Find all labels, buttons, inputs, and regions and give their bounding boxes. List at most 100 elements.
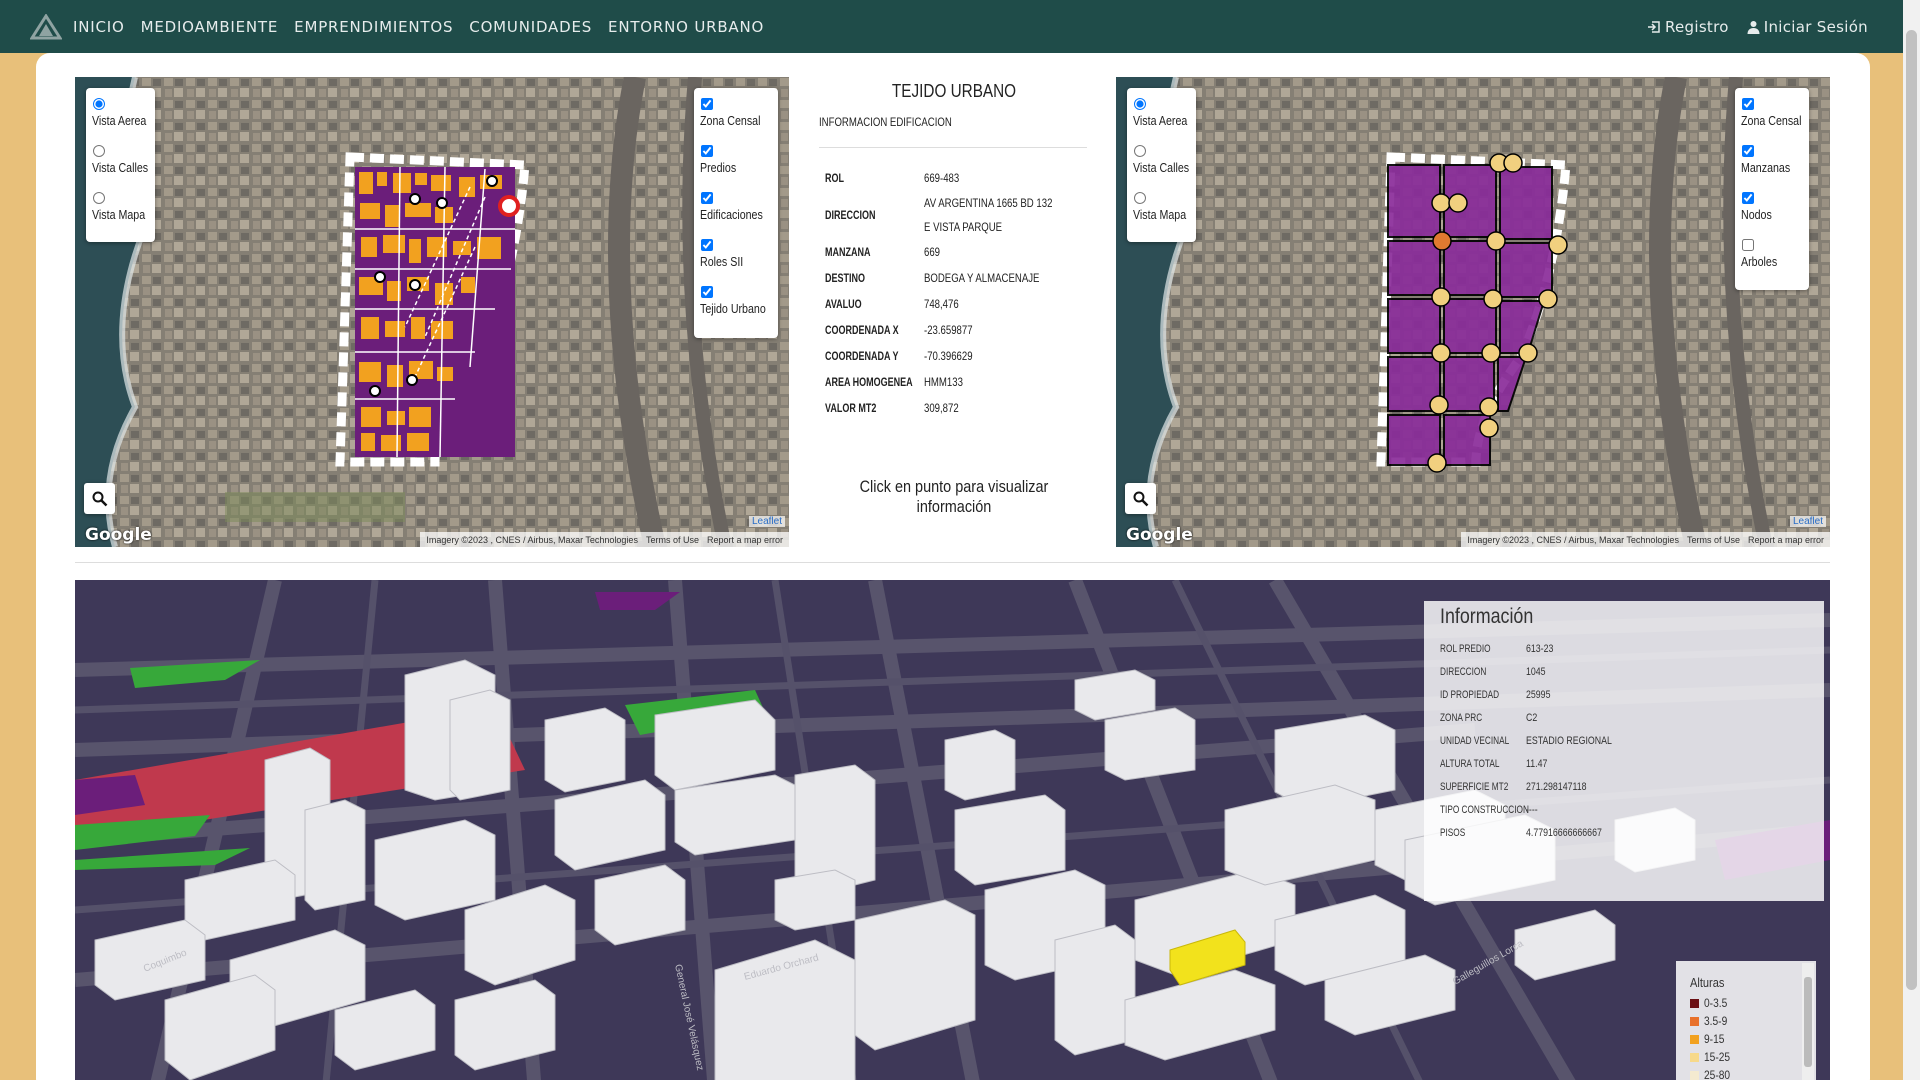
legend-scrollbar-thumb[interactable] — [1804, 977, 1812, 1067]
info-box-value: 11.47 — [1526, 757, 1548, 770]
nav-links: INICIO MEDIOAMBIENTE EMPRENDIMIENTOS COM… — [73, 0, 764, 53]
section-divider — [75, 562, 1830, 563]
checkbox-input[interactable] — [701, 145, 713, 157]
info-box-row: DIRECCION 1045 — [1440, 660, 1808, 683]
checkbox-label: Manzanas — [1741, 160, 1791, 175]
info-box-row: ZONA PRC C2 — [1440, 706, 1808, 729]
checkbox-nodos[interactable]: Nodos — [1741, 186, 1803, 233]
info-key: VALOR MT2 — [825, 401, 877, 415]
info-box-key: DIRECCION — [1440, 665, 1487, 678]
info-row: DIRECCION AV ARGENTINA 1665 BD 132 E VIST… — [825, 191, 1095, 239]
brand-logo-icon[interactable] — [30, 14, 62, 40]
checkbox-label: Roles SII — [700, 254, 744, 269]
info-box-row: SUPERFICIE MT2 271.298147118 — [1440, 775, 1808, 798]
map-tejido-urbano[interactable]: Vista Aerea Vista Calles Vista Mapa Zona… — [75, 77, 789, 547]
overlay-control: Zona Censal Manzanas Nodos Arboles — [1735, 88, 1809, 290]
checkbox-label: Tejido Urbano — [700, 301, 766, 316]
radio-input[interactable] — [93, 192, 105, 204]
info-row: AREA HOMOGENEA HMM133 — [825, 369, 1095, 395]
aerial-imagery — [75, 77, 789, 547]
search-icon — [92, 491, 107, 506]
map-attribution: Imagery ©2023 , CNES / Airbus, Maxar Tec… — [420, 532, 789, 547]
info-row: COORDENADA Y -70.396629 — [825, 343, 1095, 369]
checkbox-label: Edificaciones — [700, 207, 763, 222]
radio-input[interactable] — [93, 98, 105, 110]
checkbox-input[interactable] — [1742, 145, 1754, 157]
info-key: AVALUO — [825, 297, 862, 311]
checkbox-label: Predios — [700, 160, 737, 175]
base-layer-control: Vista Aerea Vista Calles Vista Mapa — [86, 88, 155, 242]
leaflet-attribution-link[interactable]: Leaflet — [748, 516, 785, 527]
checkbox-roles-sii[interactable]: Roles SII — [700, 233, 772, 280]
info-row: DESTINO BODEGA Y ALMACENAJE — [825, 265, 1095, 291]
terms-of-use-link[interactable]: Terms of Use — [1687, 535, 1740, 545]
info-box-value: C2 — [1526, 711, 1538, 724]
checkbox-input[interactable] — [701, 239, 713, 251]
radio-vista-aerea[interactable]: Vista Aerea — [92, 92, 149, 139]
checkbox-tejido-urbano[interactable]: Tejido Urbano — [700, 280, 772, 327]
radio-vista-calles[interactable]: Vista Calles — [92, 139, 149, 186]
info-value: -70.396629 — [924, 349, 973, 363]
radio-vista-mapa[interactable]: Vista Mapa — [1133, 186, 1190, 233]
radio-vista-aerea[interactable]: Vista Aerea — [1133, 92, 1190, 139]
checkbox-label: Zona Censal — [700, 113, 761, 128]
registro-link[interactable]: Registro — [1647, 18, 1729, 36]
legend-scrollbar[interactable] — [1802, 963, 1814, 1080]
checkbox-input[interactable] — [1742, 239, 1754, 251]
legend-label: 0-3.5 — [1704, 996, 1728, 1010]
search-button[interactable] — [1125, 483, 1156, 514]
checkbox-input[interactable] — [701, 286, 713, 298]
legend-label: 9-15 — [1704, 1032, 1725, 1046]
checkbox-input[interactable] — [701, 192, 713, 204]
page-scrollbar[interactable] — [1903, 0, 1920, 1080]
terms-of-use-link[interactable]: Terms of Use — [646, 535, 699, 545]
legend-item: 0-3.5 — [1690, 994, 1802, 1012]
report-map-error-link[interactable]: Report a map error — [1748, 535, 1824, 545]
nav-link-comunidades[interactable]: COMUNIDADES — [469, 18, 592, 36]
leaflet-attribution-link[interactable]: Leaflet — [1789, 516, 1826, 527]
info-box-row: ALTURA TOTAL 11.47 — [1440, 752, 1808, 775]
checkbox-input[interactable] — [1742, 192, 1754, 204]
radio-input[interactable] — [1134, 98, 1146, 110]
checkbox-edificaciones[interactable]: Edificaciones — [700, 186, 772, 233]
radio-vista-calles[interactable]: Vista Calles — [1133, 139, 1190, 186]
checkbox-manzanas[interactable]: Manzanas — [1741, 139, 1803, 186]
checkbox-zona-censal[interactable]: Zona Censal — [700, 92, 772, 139]
nav-link-emprendimientos[interactable]: EMPRENDIMIENTOS — [294, 18, 453, 36]
checkbox-predios[interactable]: Predios — [700, 139, 772, 186]
info-box-value: 1045 — [1526, 665, 1546, 678]
iniciar-sesion-link[interactable]: Iniciar Sesión — [1747, 18, 1868, 36]
nav-auth: Registro Iniciar Sesión — [1647, 0, 1868, 53]
radio-input[interactable] — [1134, 145, 1146, 157]
user-icon — [1747, 20, 1760, 34]
checkbox-label: Arboles — [1741, 254, 1778, 269]
radio-vista-mapa[interactable]: Vista Mapa — [92, 186, 149, 233]
info-box-key: ID PROPIEDAD — [1440, 688, 1500, 701]
radio-input[interactable] — [1134, 192, 1146, 204]
info-box-value: 613-23 — [1526, 642, 1554, 655]
report-map-error-link[interactable]: Report a map error — [707, 535, 783, 545]
info-table: ROL 669-483 DIRECCION AV ARGENTINA 1665 BD… — [825, 165, 1095, 421]
info-box-value: ---- — [1526, 803, 1538, 816]
radio-input[interactable] — [93, 145, 105, 157]
nav-link-inicio[interactable]: INICIO — [73, 18, 125, 36]
checkbox-input[interactable] — [1742, 98, 1754, 110]
checkbox-arboles[interactable]: Arboles — [1741, 233, 1803, 280]
info-value: 669 — [924, 245, 941, 259]
info-key: DIRECCION — [825, 208, 876, 222]
search-button[interactable] — [84, 483, 115, 514]
checkbox-zona-censal[interactable]: Zona Censal — [1741, 92, 1803, 139]
legend-item: 9-15 — [1690, 1030, 1802, 1048]
map-manzanas-nodos[interactable]: Vista Aerea Vista Calles Vista Mapa Zona… — [1116, 77, 1830, 547]
building-info-panel: TEJIDO URBANO INFORMACION EDIFICACION RO… — [819, 77, 1089, 547]
top-navbar: INICIO MEDIOAMBIENTE EMPRENDIMIENTOS COM… — [0, 0, 1920, 53]
page-scrollbar-thumb[interactable] — [1906, 30, 1917, 990]
info-subtitle: INFORMACION EDIFICACION — [819, 115, 952, 129]
nav-link-entorno-urbano[interactable]: ENTORNO URBANO — [608, 18, 764, 36]
checkbox-input[interactable] — [701, 98, 713, 110]
nav-link-medioambiente[interactable]: MEDIOAMBIENTE — [141, 18, 279, 36]
city-3d-view[interactable]: Coquimbo General José Velásquez Eduardo … — [75, 580, 1830, 1080]
legend-item: 25-80 — [1690, 1066, 1802, 1080]
legend-item: 15-25 — [1690, 1048, 1802, 1066]
info-box-value: 25995 — [1526, 688, 1551, 701]
